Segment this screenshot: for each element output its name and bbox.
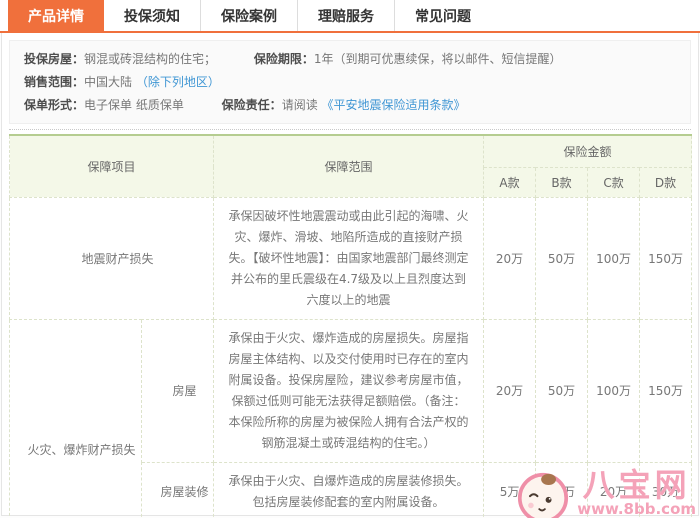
- policy-form-label: 保单形式：: [24, 98, 84, 112]
- liability-field: 保险责任：请阅读 《平安地震保险适用条款》: [222, 98, 466, 112]
- header-row-1: 保障项目 保障范围 保险金额: [10, 135, 692, 167]
- dotted-divider: [9, 129, 691, 130]
- tab-insurance-cases[interactable]: 保险案例: [200, 0, 297, 31]
- terms-link-top[interactable]: 《平安地震保险适用条款》: [322, 98, 466, 112]
- col-header-scope: 保障范围: [214, 135, 484, 197]
- col-header-amount: 保险金额: [484, 135, 692, 167]
- value-cell: 150万: [640, 319, 692, 462]
- row-scope: 承保因破坏性地震震动或由此引起的海啸、火灾、爆炸、滑坡、地陷所造成的直接财产损失…: [214, 197, 484, 319]
- value-cell: 150万: [640, 197, 692, 319]
- insurance-period-field: 保险期限：1年（到期可优惠续保，将以邮件、短信提醒）: [254, 52, 562, 66]
- insurance-period-value: 1年（到期可优惠续保，将以邮件、短信提醒）: [314, 52, 562, 66]
- insured-house-label: 投保房屋：: [24, 52, 84, 66]
- tab-product-details[interactable]: 产品详情: [8, 0, 104, 31]
- col-header-plan-b: B款: [536, 167, 588, 197]
- row-sublabel: 房屋: [142, 319, 214, 462]
- tab-claims-service[interactable]: 理赔服务: [297, 0, 394, 31]
- policy-form-field: 保单形式：电子保单 纸质保单: [24, 98, 184, 112]
- row-sublabel: 房屋装修: [142, 462, 214, 518]
- row-scope: 承保由于火灾、爆炸造成的房屋损失。房屋指房屋主体结构、以及交付使用时已存在的室内…: [214, 319, 484, 462]
- tab-faq[interactable]: 常见问题: [394, 0, 491, 31]
- sales-region-field: 销售范围：中国大陆 （除下列地区）: [24, 75, 220, 89]
- info-row-1: 投保房屋：钢混或砖混结构的住宅； 保险期限：1年（到期可优惠续保，将以邮件、短信…: [24, 48, 676, 94]
- table-row-fire-house: 火灾、爆炸财产损失 房屋 承保由于火灾、爆炸造成的房屋损失。房屋指房屋主体结构、…: [10, 319, 692, 462]
- page-container: 投保房屋：钢混或砖混结构的住宅； 保险期限：1年（到期可优惠续保，将以邮件、短信…: [1, 33, 699, 516]
- row-scope: 承保由于火灾、自爆炸造成的房屋装修损失。包括房屋装修配套的室内附属设备。: [214, 462, 484, 518]
- table-row-earthquake-property: 地震财产损失 承保因破坏性地震震动或由此引起的海啸、火灾、爆炸、滑坡、地陷所造成…: [10, 197, 692, 319]
- liability-label: 保险责任：: [222, 98, 282, 112]
- value-cell: 5万: [484, 462, 536, 518]
- value-cell: 100万: [588, 197, 640, 319]
- tab-insurance-notice[interactable]: 投保须知: [104, 0, 200, 31]
- insured-house-field: 投保房屋：钢混或砖混结构的住宅；: [24, 52, 216, 66]
- info-row-2: 保单形式：电子保单 纸质保单 保险责任：请阅读 《平安地震保险适用条款》: [24, 94, 676, 117]
- value-cell: 20万: [588, 462, 640, 518]
- policy-info-box: 投保房屋：钢混或砖混结构的住宅； 保险期限：1年（到期可优惠续保，将以邮件、短信…: [9, 40, 691, 124]
- value-cell: 100万: [588, 319, 640, 462]
- policy-form-value: 电子保单 纸质保单: [84, 98, 184, 112]
- col-header-item: 保障项目: [10, 135, 214, 197]
- col-header-plan-a: A款: [484, 167, 536, 197]
- sales-region-value: 中国大陆: [84, 75, 132, 89]
- col-header-plan-c: C款: [588, 167, 640, 197]
- value-cell: 50万: [536, 197, 588, 319]
- value-cell: 20万: [484, 197, 536, 319]
- value-cell: 10万: [536, 462, 588, 518]
- tab-bar: 产品详情 投保须知 保险案例 理赔服务 常见问题: [0, 0, 700, 33]
- value-cell: 20万: [484, 319, 536, 462]
- excluded-regions-link[interactable]: （除下列地区）: [136, 75, 220, 89]
- col-header-plan-d: D款: [640, 167, 692, 197]
- sales-region-label: 销售范围：: [24, 75, 84, 89]
- row-group-label: 火灾、爆炸财产损失: [10, 319, 142, 518]
- value-cell: 50万: [536, 319, 588, 462]
- value-cell: 30万: [640, 462, 692, 518]
- insurance-period-label: 保险期限：: [254, 52, 314, 66]
- insured-house-value: 钢混或砖混结构的住宅；: [84, 52, 216, 66]
- plans-table: 保障项目 保障范围 保险金额 A款 B款 C款 D款 地震财产损失 承保因破坏性…: [9, 134, 692, 518]
- row-label: 地震财产损失: [10, 197, 214, 319]
- liability-value: 请阅读: [282, 98, 318, 112]
